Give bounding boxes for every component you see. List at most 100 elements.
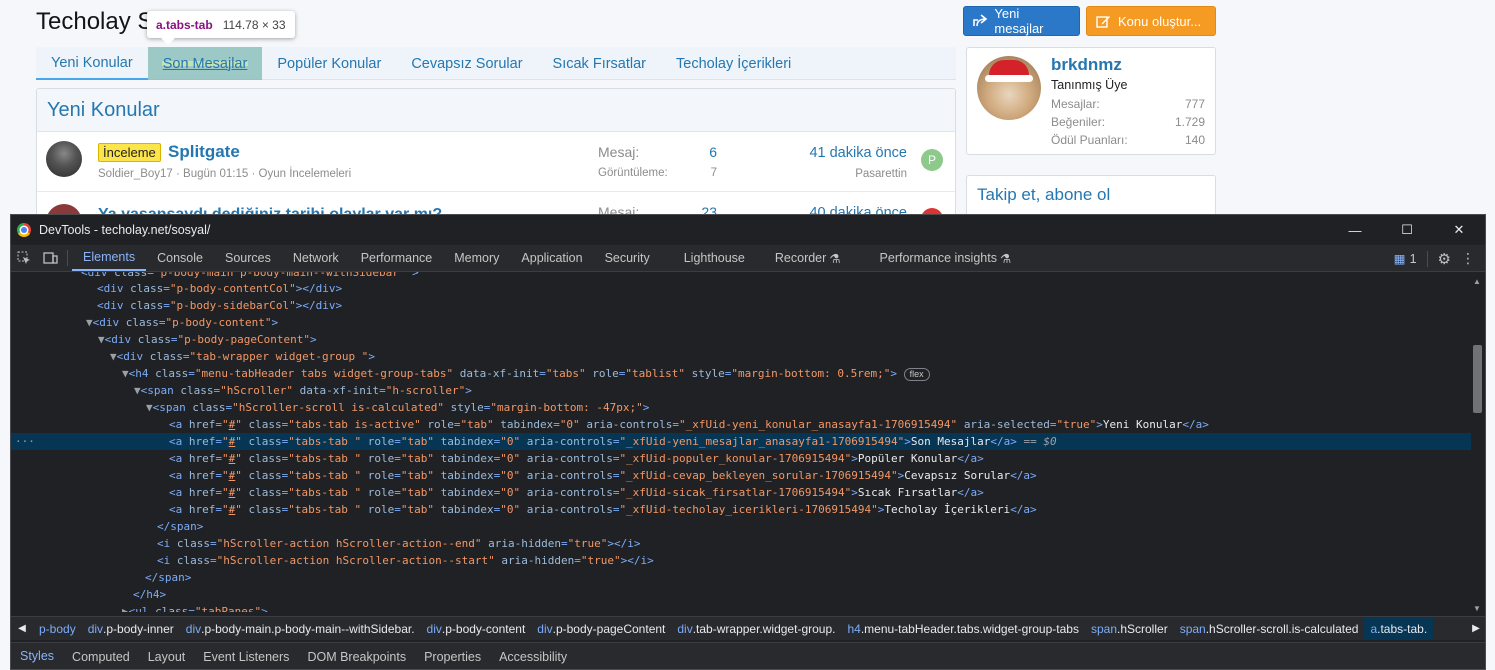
issues-indicator[interactable]: ▦ 1 (1394, 251, 1417, 267)
tab-latest-messages[interactable]: Son Mesajlar (147, 47, 263, 80)
scroll-thumb[interactable] (1473, 345, 1482, 413)
latest-time[interactable]: 41 dakika önce (777, 145, 907, 161)
tab-event-listeners[interactable]: Event Listeners (194, 643, 298, 669)
tab-dom-breakpoints[interactable]: DOM Breakpoints (298, 643, 415, 669)
replies-count[interactable]: 6 (687, 144, 717, 160)
dom-node[interactable]: <a href="#" class="tabs-tab " role="tab"… (11, 501, 1471, 518)
tab-lighthouse[interactable]: Lighthouse (673, 245, 756, 271)
new-messages-button[interactable]: Yeni mesajlar (963, 6, 1080, 36)
user-avatar[interactable] (977, 56, 1041, 120)
tab-application[interactable]: Application (510, 245, 593, 271)
breadcrumb-item[interactable]: div .p-body-pageContent (531, 617, 671, 640)
breadcrumb-item[interactable]: span .hScroller (1085, 617, 1174, 640)
tooltip-selector: a.tabs-tab (156, 17, 213, 32)
user-name[interactable]: brkdnmz (1051, 55, 1122, 75)
breadcrumb-item[interactable]: div .p-body-content (421, 617, 532, 640)
minimize-icon[interactable]: — (1329, 215, 1381, 245)
scroll-down-icon[interactable]: ▼ (1472, 604, 1482, 614)
flex-badge[interactable]: flex (903, 368, 930, 381)
issues-count: 1 (1409, 251, 1417, 266)
dom-node[interactable]: ▼<span class="hScroller-scroll is-calcul… (11, 399, 1471, 416)
thread-prefix[interactable]: İnceleme (98, 143, 161, 162)
more-options-icon[interactable]: ⋮ (1461, 250, 1475, 267)
thread-title[interactable]: Splitgate (168, 142, 240, 162)
breadcrumb-right-icon[interactable]: ▶ (1465, 623, 1485, 634)
dom-node[interactable]: ▶<ul class="tabPanes"> (11, 603, 1471, 612)
breadcrumb-tag: div (426, 621, 442, 636)
breadcrumb-item[interactable]: div .tab-wrapper.widget-group. (671, 617, 841, 640)
tab-computed[interactable]: Computed (63, 643, 139, 669)
breadcrumb: ◀ p-body div .p-body-inner div .p-body-mai… (11, 616, 1485, 640)
dom-node[interactable]: ▼<div class="p-body-pageContent"> (11, 331, 1471, 348)
dom-node[interactable]: </h4> (11, 586, 1471, 603)
inspect-element-icon[interactable] (11, 245, 37, 271)
maximize-icon[interactable]: ☐ (1381, 215, 1433, 245)
breadcrumb-tag: div (87, 621, 104, 636)
thread-date[interactable]: Bugün 01:15 (183, 168, 248, 180)
tab-popular-topics[interactable]: Popüler Konular (262, 47, 396, 80)
styles-pane-tabbar: Styles Computed Layout Event Listeners D… (11, 642, 1485, 669)
tab-recorder[interactable]: Recorder (764, 245, 829, 271)
tab-console[interactable]: Console (146, 245, 214, 271)
breadcrumb-tag: div (185, 621, 202, 636)
breadcrumb-item[interactable]: div .p-body-inner (82, 617, 180, 640)
tab-sources[interactable]: Sources (214, 245, 282, 271)
dom-node[interactable]: ▼<span class="hScroller" data-xf-init="h… (11, 382, 1471, 399)
dom-node[interactable]: <i class="hScroller-action hScroller-act… (11, 535, 1471, 552)
dom-node[interactable]: <a href="#" class="tabs-tab " role="tab"… (11, 450, 1471, 467)
tab-performance-insights[interactable]: Performance insights (869, 245, 1000, 271)
avatar[interactable] (46, 141, 82, 177)
create-topic-button[interactable]: Konu oluştur... (1086, 6, 1216, 36)
breadcrumb-class: .menu-tabHeader.tabs.widget-group-tabs (860, 621, 1079, 636)
device-toolbar-icon[interactable] (37, 245, 63, 271)
tab-memory[interactable]: Memory (443, 245, 510, 271)
tab-new-topics[interactable]: Yeni Konular (36, 47, 148, 80)
thread-forum[interactable]: Oyun İncelemeleri (259, 168, 352, 180)
panel-title: Yeni Konular (37, 89, 955, 132)
dom-node[interactable]: ▼<div class="tab-wrapper widget-group "> (11, 348, 1471, 365)
tab-styles[interactable]: Styles (11, 643, 63, 669)
dom-node-selected[interactable]: ··· <a href="#" class="tabs-tab " role="t… (11, 433, 1471, 450)
tab-layout[interactable]: Layout (139, 643, 195, 669)
dom-node[interactable]: <a href="#" class="tabs-tab " role="tab"… (11, 484, 1471, 501)
edit-icon (1095, 13, 1111, 29)
dom-node[interactable]: </span> (11, 518, 1471, 535)
latest-user[interactable]: Pasarettin (777, 168, 907, 180)
thread-row[interactable]: İnceleme Splitgate Soldier_Boy17 · Bugün… (37, 132, 955, 192)
breadcrumb-item[interactable]: p-body (33, 617, 82, 640)
dom-tree-scrollbar[interactable]: ▲ ▼ (1471, 277, 1483, 617)
devtools-window-title: DevTools - techolay.net/sosyal/ (39, 223, 211, 237)
dom-node[interactable]: <i class="hScroller-action hScroller-act… (11, 552, 1471, 569)
settings-gear-icon[interactable]: ⚙ (1438, 250, 1451, 268)
breadcrumb-item[interactable]: span .hScroller-scroll.is-calculated (1174, 617, 1365, 640)
user-role: Tanınmış Üye (1051, 78, 1128, 92)
dom-node[interactable]: <a href="#" class="tabs-tab is-active" r… (11, 416, 1471, 433)
tab-techolay-content[interactable]: Techolay İçerikleri (661, 47, 806, 80)
dom-node[interactable]: <div class="p-body-contentCol"></div> (11, 280, 1471, 297)
tab-performance[interactable]: Performance (350, 245, 444, 271)
latest-user-avatar[interactable]: P (921, 149, 943, 171)
breadcrumb-class: .p-body-pageContent (552, 621, 666, 636)
tab-network[interactable]: Network (282, 245, 350, 271)
thread-author[interactable]: Soldier_Boy17 (98, 168, 173, 180)
tab-unanswered-questions[interactable]: Cevapsız Sorular (396, 47, 537, 80)
breadcrumb-left-icon[interactable]: ◀ (11, 623, 33, 634)
breadcrumb-item-selected[interactable]: a .tabs-tab. (1364, 617, 1434, 640)
close-icon[interactable]: ✕ (1433, 215, 1485, 245)
dom-node[interactable]: ▼<div class="p-body-content"> (11, 314, 1471, 331)
dom-node[interactable]: <div class="p-body-sidebarCol"></div> (11, 297, 1471, 314)
dom-node[interactable]: ▼<h4 class="menu-tabHeader tabs widget-g… (11, 365, 1471, 382)
breadcrumb-item[interactable]: h4 .menu-tabHeader.tabs.widget-group-tabs (841, 617, 1085, 640)
follow-title: Takip et, abone ol (977, 185, 1111, 204)
tab-elements[interactable]: Elements (72, 245, 147, 271)
tab-accessibility[interactable]: Accessibility (490, 643, 576, 669)
dom-node[interactable]: </span> (11, 569, 1471, 586)
tab-security[interactable]: Security (594, 245, 661, 271)
breadcrumb-class: p-body (39, 621, 76, 636)
tab-properties[interactable]: Properties (415, 643, 490, 669)
tab-hot-deals[interactable]: Sıcak Fırsatlar (538, 47, 661, 80)
scroll-up-icon[interactable]: ▲ (1472, 277, 1482, 287)
breadcrumb-item[interactable]: div .p-body-main.p-body-main--withSidebar… (180, 617, 421, 640)
dom-node[interactable]: <a href="#" class="tabs-tab " role="tab"… (11, 467, 1471, 484)
breadcrumb-tag: div (677, 621, 693, 636)
